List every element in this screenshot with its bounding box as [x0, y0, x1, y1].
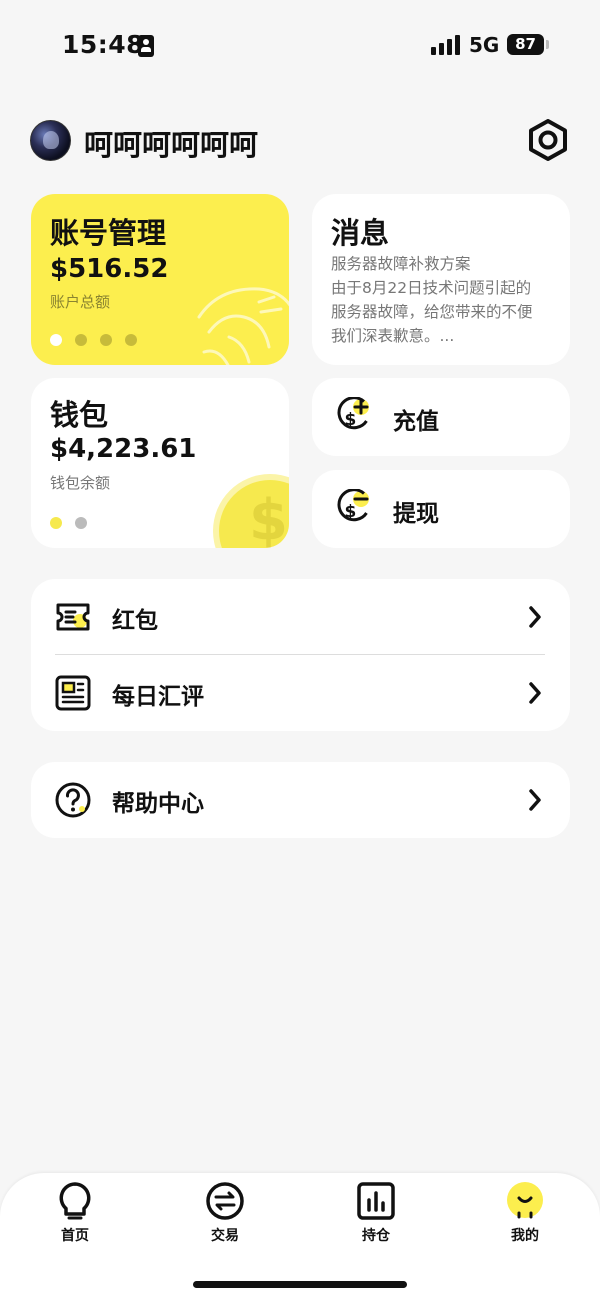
status-time: 15:48 — [62, 30, 145, 59]
carousel-dot[interactable] — [75, 334, 87, 346]
wallet-balance-label: 钱包余额 — [50, 474, 111, 492]
carousel-dot[interactable] — [125, 334, 137, 346]
message-card[interactable]: 消息 服务器故障补救方案 由于8月22日技术问题引起的 服务器故障，给您带来的不… — [312, 194, 570, 365]
withdraw-button[interactable]: $ 提现 — [312, 470, 570, 548]
carousel-dots — [50, 334, 137, 346]
bar-chart-icon — [357, 1182, 395, 1220]
red-packet-label: 红包 — [112, 608, 158, 634]
tab-holdings[interactable]: 持仓 — [331, 1181, 421, 1251]
card-title: 钱包 — [50, 398, 109, 432]
battery-tip — [546, 40, 549, 49]
username: 呵呵呵呵呵呵 — [84, 128, 259, 162]
carousel-dot[interactable] — [75, 517, 87, 529]
carousel-dot-active[interactable] — [50, 517, 62, 529]
carousel-dot[interactable] — [100, 334, 112, 346]
chevron-right-icon — [529, 789, 541, 811]
battery-icon: 87 — [507, 34, 544, 55]
tiger-watermark-icon — [197, 287, 289, 365]
help-center-label: 帮助中心 — [112, 791, 204, 817]
question-circle-icon — [55, 782, 91, 818]
network-type: 5G — [469, 33, 500, 57]
svg-text:$: $ — [345, 502, 357, 522]
account-total-amount: $516.52 — [50, 254, 169, 284]
message-line: 我们深表歉意。... — [331, 327, 455, 345]
wallet-balance-amount: $4,223.61 — [50, 434, 197, 464]
bulb-icon — [59, 1182, 91, 1220]
message-line: 服务器故障，给您带来的不便 — [331, 303, 533, 321]
daily-review-label: 每日汇评 — [112, 684, 204, 710]
status-bar: 15:48 5G 87 — [0, 0, 600, 90]
home-indicator[interactable] — [193, 1281, 407, 1288]
avatar[interactable] — [30, 120, 71, 161]
tab-trade[interactable]: 交易 — [180, 1181, 270, 1251]
help-list: 帮助中心 — [31, 762, 570, 838]
account-management-card[interactable]: 账号管理 $516.52 账户总额 — [31, 194, 289, 365]
chevron-right-icon — [529, 606, 541, 628]
mine-icon — [507, 1182, 543, 1219]
tab-mine[interactable]: 我的 — [480, 1181, 570, 1251]
tab-label: 交易 — [211, 1228, 239, 1244]
recharge-button[interactable]: $ 充值 — [312, 378, 570, 456]
withdraw-label: 提现 — [393, 501, 439, 527]
recharge-label: 充值 — [393, 409, 439, 435]
tab-label: 首页 — [61, 1228, 89, 1244]
chevron-right-icon — [529, 682, 541, 704]
settings-button[interactable] — [527, 119, 569, 161]
message-line: 由于8月22日技术问题引起的 — [331, 279, 532, 297]
list-item-daily-review[interactable]: 每日汇评 — [31, 655, 570, 731]
news-icon — [55, 675, 91, 711]
tab-label: 持仓 — [362, 1228, 390, 1244]
tab-label: 我的 — [511, 1228, 539, 1244]
svg-text:$: $ — [345, 410, 357, 430]
message-preview: 服务器故障补救方案 由于8月22日技术问题引起的 服务器故障，给您带来的不便 我… — [331, 252, 556, 348]
wallet-card[interactable]: 钱包 $4,223.61 钱包余额 $ — [31, 378, 289, 548]
withdraw-icon: $ — [337, 489, 369, 522]
card-title: 消息 — [331, 216, 390, 250]
exchange-icon — [206, 1182, 244, 1220]
account-total-label: 账户总额 — [50, 293, 111, 311]
list-item-red-packet[interactable]: 红包 — [31, 579, 570, 655]
dollar-icon: $ — [249, 488, 288, 548]
contact-card-icon — [138, 35, 154, 57]
carousel-dot-active[interactable] — [50, 334, 62, 346]
ticket-icon — [56, 603, 90, 631]
signal-icon — [431, 35, 461, 55]
tab-home[interactable]: 首页 — [30, 1181, 120, 1251]
recharge-icon: $ — [337, 397, 369, 430]
feature-list: 红包 每日汇评 — [31, 579, 570, 731]
message-line: 服务器故障补救方案 — [331, 255, 471, 273]
settings-icon — [529, 119, 567, 161]
list-item-help-center[interactable]: 帮助中心 — [31, 762, 570, 838]
card-title: 账号管理 — [50, 216, 167, 250]
carousel-dots — [50, 517, 87, 529]
